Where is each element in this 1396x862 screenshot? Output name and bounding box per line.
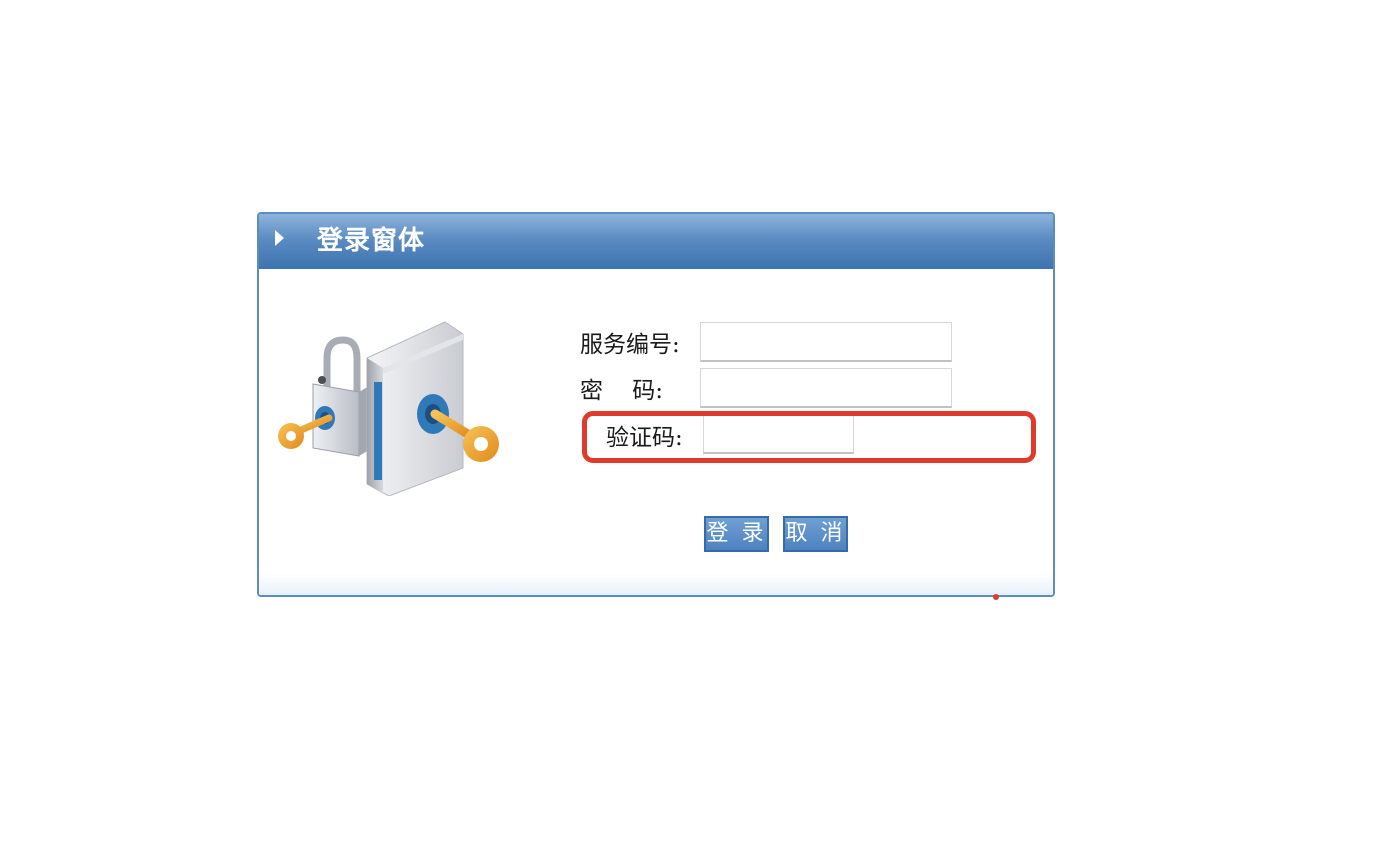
cancel-button[interactable]: 取 消 [783,516,848,552]
login-window: 登录窗体 服务编号: 密 码: 验证码: 登 录 取 消 [257,212,1055,597]
password-input[interactable] [700,368,952,408]
annotation-dot [993,594,999,600]
password-label: 密 码: [580,378,663,404]
service-number-input[interactable] [700,322,952,362]
title-bar: 登录窗体 [259,214,1053,269]
service-number-label: 服务编号: [580,332,680,358]
window-footer [259,573,1053,595]
captcha-input[interactable] [703,414,854,454]
captcha-label: 验证码: [606,425,683,451]
triangle-right-icon [275,230,284,246]
padlock-key-illustration [278,321,499,496]
window-title: 登录窗体 [317,226,426,256]
login-button[interactable]: 登 录 [704,516,769,552]
